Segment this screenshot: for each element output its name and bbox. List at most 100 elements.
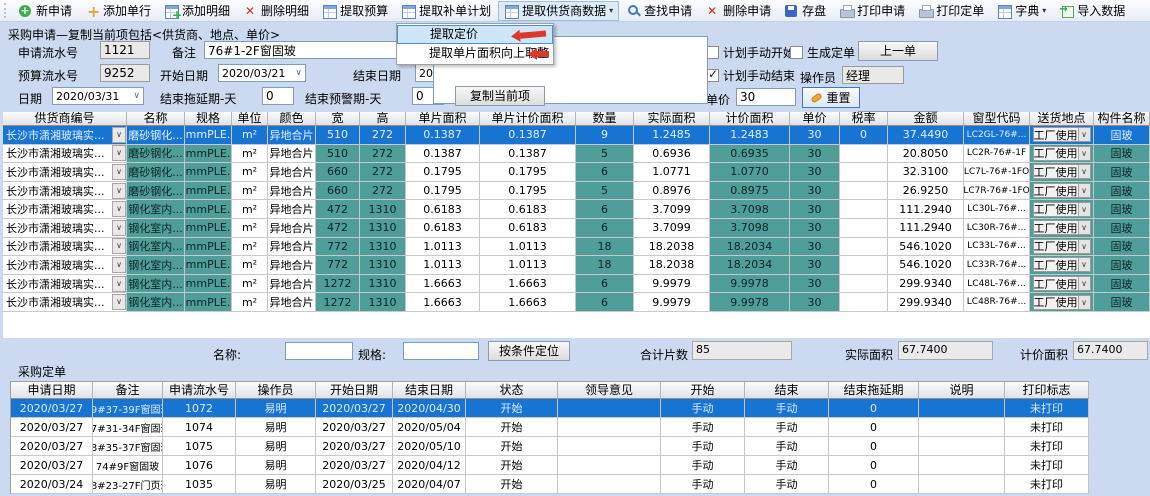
toolbar-button-new-request[interactable]: 新申请 [12,1,78,21]
table-row[interactable]: 长沙市潇湘玻璃实...∨钢化室内...6mmPLE...m²异地合片127213… [3,293,1150,312]
toolbar-button-print-order[interactable]: 打印定单 [912,1,990,21]
chevron-down-icon[interactable]: ∨ [1078,184,1090,197]
toolbar-button-dictionary[interactable]: 字典▾ [991,1,1052,21]
remark-label: 备注 [172,44,196,61]
toolbar-button-add-detail[interactable]: 添加明细 [158,1,236,21]
toolbar-button-import-data[interactable]: 导入数据 [1053,1,1131,21]
chevron-down-icon[interactable]: ∨ [112,201,126,217]
table-row[interactable]: 长沙市潇湘玻璃实...∨钢化室内...6mmPLE...m²异地合片772131… [3,256,1150,275]
toolbar-button-delete-detail[interactable]: 删除明细 [237,1,315,21]
toolbar-button-extract-supplement-plan[interactable]: 提取补单计划 [395,1,497,21]
delivery-location-combo[interactable]: 工厂使用∨ [1033,202,1091,217]
cell-2: 6mmPLE... [185,145,232,164]
column-header: 说明 [919,382,1005,399]
cell-0: 长沙市潇湘玻璃实...∨ [3,256,127,275]
cell-9: 9 [576,126,634,145]
cell-2: 6mmPLE... [185,163,232,182]
chevron-down-icon[interactable]: ∨ [1078,258,1090,271]
chevron-down-icon[interactable]: ∨ [1078,240,1090,253]
chevron-down-icon[interactable]: ∨ [112,183,126,199]
toolbar-button-extract-budget[interactable]: 提取预算 [316,1,394,21]
locate-by-condition-button[interactable]: 按条件定位 [488,341,570,361]
chevron-down-icon[interactable]: ∨ [112,127,126,143]
delivery-location-combo[interactable]: 工厂使用∨ [1033,164,1091,179]
chevron-down-icon[interactable]: ∨ [1078,165,1090,178]
table-row[interactable]: 长沙市潇湘玻璃实...∨钢化室内...6mmPLE...m²异地合片127213… [3,275,1150,294]
toolbar-button-label: 删除申请 [723,2,771,19]
date-picker[interactable]: 2020/03/31 ∨ [52,87,144,105]
cell-9: 18 [576,238,634,257]
table-row[interactable]: 2020/03/2789#37-39F窗固玻1072易明2020/03/2720… [11,399,1089,418]
chevron-down-icon[interactable]: ∨ [112,145,126,161]
column-header: 结束日期 [393,382,466,399]
chevron-down-icon[interactable]: ∨ [1078,128,1090,141]
table-row[interactable]: 长沙市潇湘玻璃实...∨磨砂钢化...6mmPLE...m²异地合片660272… [3,182,1150,201]
toolbar-button-delete-request[interactable]: 删除申请 [699,1,777,21]
table-row[interactable]: 2020/03/2774#9F窗固玻1076易明2020/03/272020/0… [11,456,1089,475]
table-row[interactable]: 长沙市潇湘玻璃实...∨磨砂钢化...6mmPLE...m²异地合片660272… [3,163,1150,182]
table-row[interactable]: 长沙市潇湘玻璃实...∨钢化室内...6mmPLE...m²异地合片772131… [3,238,1150,257]
unit-price-field[interactable] [736,88,796,106]
cell-15: LC30L-76#... [964,200,1030,219]
chevron-down-icon[interactable]: ∨ [112,164,126,180]
delivery-location-value: 工厂使用 [1034,127,1078,143]
chevron-down-icon[interactable]: ∨ [1078,147,1090,160]
filter-name-input[interactable] [285,342,353,360]
delivery-location-combo[interactable]: 工厂使用∨ [1033,295,1091,310]
plan-manual-end-checkbox[interactable]: 计划手动结束 [706,67,795,84]
chevron-down-icon[interactable]: ∨ [112,238,126,254]
toolbar-button-add-single-row[interactable]: 添加单行 [79,1,157,21]
toolbar-button-save[interactable]: 存盘 [778,1,832,21]
delivery-location-combo[interactable]: 工厂使用∨ [1033,276,1091,291]
toolbar-button-find-request[interactable]: 查找申请 [620,1,698,21]
table-row[interactable]: 长沙市潇湘玻璃实...∨钢化室内...6mmPLE...m²异地合片472131… [3,219,1150,238]
supplier-name: 长沙市潇湘玻璃实... [6,220,105,236]
toolbar-button-extract-supplier-data[interactable]: 提取供货商数据▾ [498,1,619,21]
end-delay-field[interactable] [262,87,294,105]
delivery-location-value: 工厂使用 [1034,164,1078,180]
chevron-down-icon[interactable]: ∨ [1078,296,1090,309]
cell-6: 开始 [466,437,558,456]
chevron-down-icon[interactable]: ∨ [292,68,305,78]
chevron-down-icon[interactable]: ∨ [112,276,126,292]
previous-order-button[interactable]: 上一单 [858,41,938,61]
delivery-location-combo[interactable]: 工厂使用∨ [1033,220,1091,235]
column-header: 单片面积 [406,112,480,126]
budget-no-field[interactable] [100,64,150,82]
request-no-field[interactable] [100,41,150,59]
cell-2: 6mmPLE... [185,200,232,219]
cell-14: 37.4490 [888,126,964,145]
chevron-down-icon[interactable]: ∨ [112,257,126,273]
delivery-location-combo[interactable]: 工厂使用∨ [1033,257,1091,272]
menu-item-extract-area-roundup[interactable]: 提取单片面积向上取整 [397,44,553,63]
chevron-down-icon[interactable]: ∨ [130,91,143,101]
cell-8: 1.6663 [480,293,576,312]
plan-manual-start-checkbox[interactable]: 计划手动开始 [706,44,795,61]
chevron-down-icon[interactable]: ∨ [1078,221,1090,234]
delivery-location-combo[interactable]: 工厂使用∨ [1033,146,1091,161]
filter-spec-input[interactable] [403,342,479,360]
toolbar-button-print-request[interactable]: 打印申请 [833,1,911,21]
start-date-picker[interactable]: 2020/03/21 ∨ [218,64,306,82]
table-row[interactable]: 长沙市潇湘玻璃实...∨磨砂钢化...6mmPLE...m²异地合片510272… [3,145,1150,164]
generate-order-checkbox[interactable]: 生成定单 [790,44,855,61]
reset-button[interactable]: 重置 [802,87,860,108]
delivery-location-combo[interactable]: 工厂使用∨ [1033,239,1091,254]
table-row[interactable]: 2020/03/2788#35-37F窗固玻1075易明2020/03/2720… [11,437,1089,456]
delivery-location-combo[interactable]: 工厂使用∨ [1033,127,1091,142]
chevron-down-icon[interactable]: ∨ [1078,203,1090,216]
chevron-down-icon[interactable]: ∨ [112,294,126,310]
table-row[interactable]: 2020/03/2787#31-34F窗固玻1074易明2020/03/2720… [11,418,1089,437]
toolbar-grip-handle[interactable] [4,3,8,18]
table-row[interactable]: 长沙市潇湘玻璃实...∨磨砂钢化...6mmPLE...m²异地合片510272… [3,126,1150,145]
table-row[interactable]: 2020/03/2488#23-27F门页玻1035易明2020/03/2520… [11,475,1089,494]
checkbox-box-icon[interactable] [790,46,803,59]
delivery-location-combo[interactable]: 工厂使用∨ [1033,183,1091,198]
copy-current-item-button[interactable]: 复制当前项 [455,86,545,106]
cell-16: 工厂使用∨ [1030,219,1094,238]
operator-field[interactable] [842,66,904,84]
menu-item-extract-pricing[interactable]: 提取定价 [397,25,553,44]
chevron-down-icon[interactable]: ∨ [1078,277,1090,290]
table-row[interactable]: 长沙市潇湘玻璃实...∨钢化室内...6mmPLE...m²异地合片472131… [3,200,1150,219]
chevron-down-icon[interactable]: ∨ [112,220,126,236]
